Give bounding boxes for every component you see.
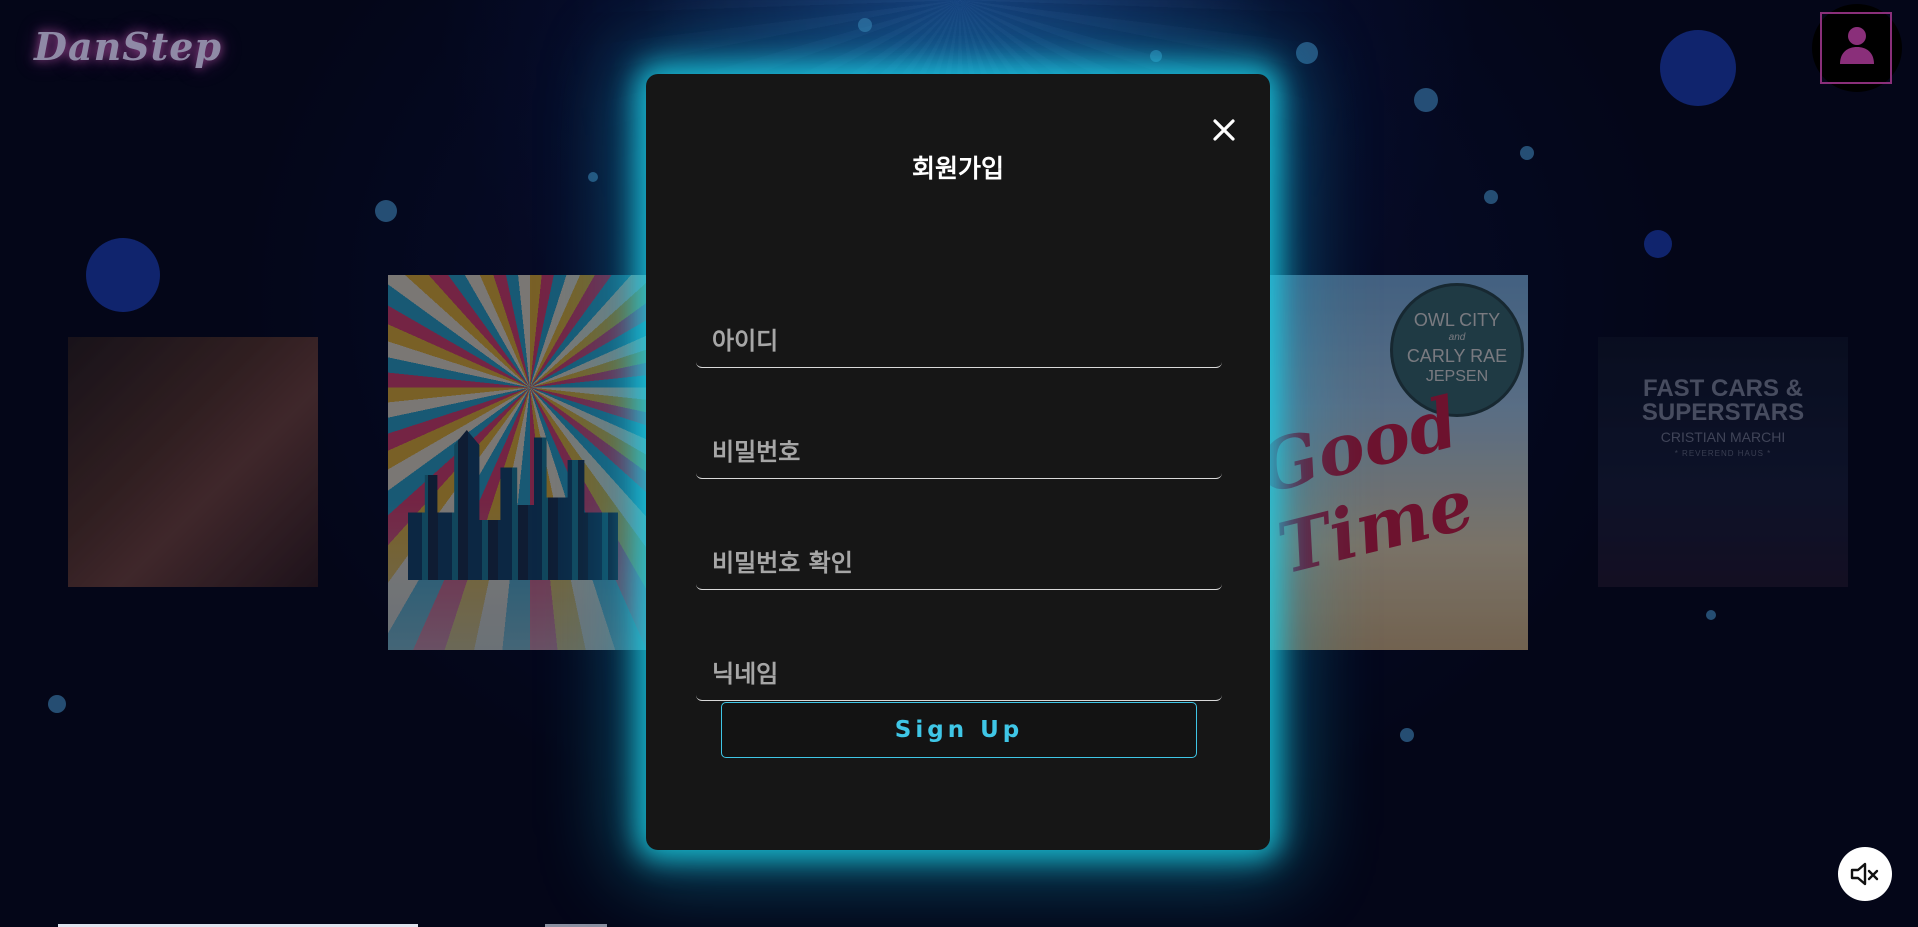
password-field [696, 425, 1222, 479]
main-stage: OWL CITY and CARLY RAE JEPSEN Good Time … [0, 0, 1918, 927]
password-confirm-field [696, 536, 1222, 590]
password-confirm-input[interactable] [696, 536, 1222, 589]
nickname-field [696, 647, 1222, 701]
profile-button[interactable] [1812, 4, 1902, 92]
sound-toggle-button[interactable] [1838, 847, 1892, 901]
id-field [696, 314, 1222, 368]
password-input[interactable] [696, 425, 1222, 478]
close-icon [1213, 119, 1235, 141]
mute-speaker-icon [1850, 862, 1879, 886]
sign-up-button[interactable]: Sign Up [721, 702, 1197, 758]
close-button[interactable] [1204, 110, 1244, 150]
modal-title: 회원가입 [911, 154, 1004, 183]
nickname-input[interactable] [696, 647, 1222, 700]
user-icon [1840, 27, 1874, 64]
id-input[interactable] [696, 314, 1222, 367]
app-logo[interactable]: DanStep [34, 24, 222, 69]
signup-modal: 회원가입 Sign Up [646, 74, 1270, 850]
